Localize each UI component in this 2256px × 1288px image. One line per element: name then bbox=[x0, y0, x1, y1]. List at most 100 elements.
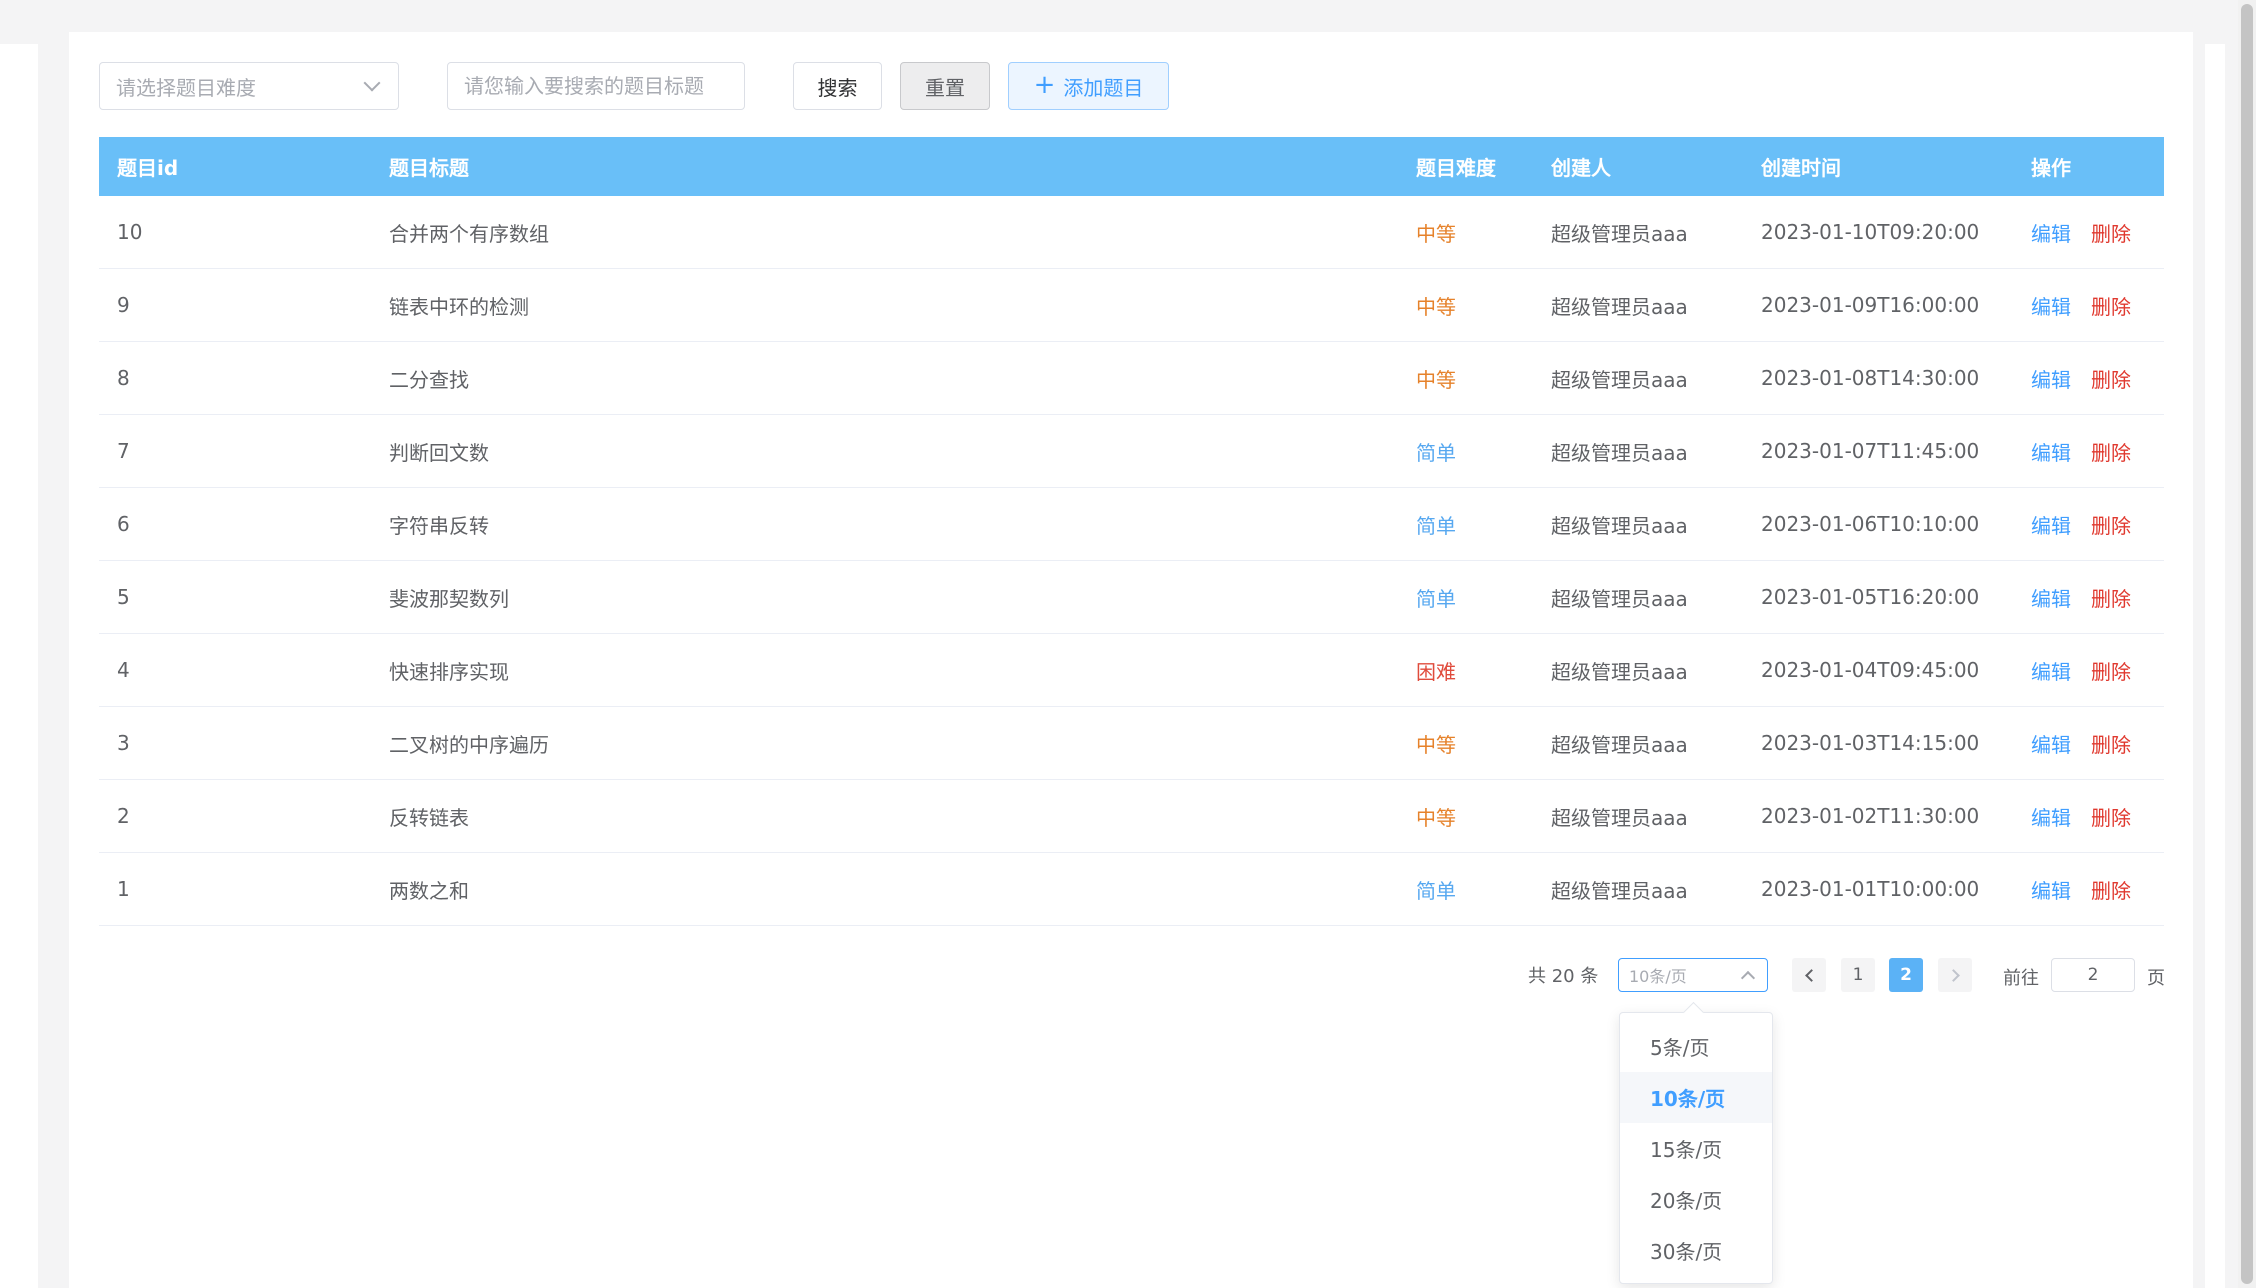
cell-created-time: 2023-01-04T09:45:00 bbox=[1761, 658, 1980, 682]
cell-creator: 超级管理员aaa bbox=[1551, 221, 1688, 246]
cell-title: 两数之和 bbox=[389, 878, 469, 903]
cell-actions: 编辑 删除 bbox=[2017, 218, 2164, 247]
cell-actions: 编辑 删除 bbox=[2017, 437, 2164, 466]
cell-id: 5 bbox=[117, 585, 130, 609]
cell-title: 反转链表 bbox=[389, 805, 469, 830]
edit-link[interactable]: 编辑 bbox=[2031, 364, 2071, 393]
table-row: 1 两数之和 简单 超级管理员aaa 2023-01-01T10:00:00 编辑 删除 bbox=[99, 853, 2164, 926]
right-panel-edge bbox=[2205, 44, 2225, 1288]
goto-label: 前往 bbox=[2003, 968, 2039, 989]
table-row: 9 链表中环的检测 中等 超级管理员aaa 2023-01-09T16:00:00 编辑删… bbox=[99, 269, 2164, 342]
page-size-option-20[interactable]: 20条/页 bbox=[1620, 1174, 1772, 1225]
add-problem-button[interactable]: + 添加题目 bbox=[1008, 62, 1169, 110]
table-row: 2 反转链表 中等 超级管理员aaa 2023-01-02T11:30:00 编辑 删除 bbox=[99, 780, 2164, 853]
page-size-dropdown: 5条/页 10条/页 15条/页 20条/页 30条/页 bbox=[1619, 1012, 1773, 1284]
header-created-time: 创建时间 bbox=[1761, 156, 1841, 180]
cell-title: 快速排序实现 bbox=[389, 659, 509, 684]
cell-id: 2 bbox=[117, 804, 130, 828]
cell-title: 字符串反转 bbox=[389, 513, 489, 538]
cell-difficulty: 中等 bbox=[1416, 294, 1456, 319]
chevron-right-icon bbox=[1946, 968, 1960, 982]
cell-difficulty: 简单 bbox=[1416, 586, 1456, 611]
page-button-2[interactable]: 2 bbox=[1889, 958, 1923, 992]
edit-link[interactable]: 编辑 bbox=[2031, 583, 2071, 612]
cell-id: 1 bbox=[117, 877, 130, 901]
delete-link[interactable]: 删除 bbox=[2091, 802, 2131, 831]
edit-link[interactable]: 编辑 bbox=[2031, 291, 2071, 320]
table-header: 题目id 题目标题 题目难度 创建人 创建时间 操作 bbox=[99, 137, 2164, 196]
cell-created-time: 2023-01-06T10:10:00 bbox=[1761, 512, 1980, 536]
delete-link[interactable]: 删除 bbox=[2091, 437, 2131, 466]
cell-difficulty: 简单 bbox=[1416, 440, 1456, 465]
header-difficulty: 题目难度 bbox=[1416, 156, 1496, 180]
cell-actions: 编辑 删除 bbox=[2017, 291, 2164, 320]
cell-id: 10 bbox=[117, 220, 143, 244]
page-size-option-30[interactable]: 30条/页 bbox=[1620, 1225, 1772, 1276]
table-row: 4 快速排序实现 困难 超级管理员aaa 2023-01-04T09:45:00 编辑 删除 bbox=[99, 634, 2164, 707]
cell-id: 4 bbox=[117, 658, 130, 682]
chevron-down-icon bbox=[363, 74, 381, 92]
next-page-button[interactable] bbox=[1938, 958, 1972, 992]
cell-actions: 编辑 删除 bbox=[2017, 875, 2164, 904]
cell-created-time: 2023-01-08T14:30:00 bbox=[1761, 366, 1980, 390]
cell-id: 3 bbox=[117, 731, 130, 755]
page-size-option-10[interactable]: 10条/页 bbox=[1620, 1072, 1772, 1123]
cell-created-time: 2023-01-09T16:00:00 bbox=[1761, 293, 1980, 317]
page-size-option-15[interactable]: 15条/页 bbox=[1620, 1123, 1772, 1174]
chevron-left-icon bbox=[1804, 968, 1818, 982]
reset-button[interactable]: 重置 bbox=[900, 62, 990, 110]
edit-link[interactable]: 编辑 bbox=[2031, 875, 2071, 904]
add-problem-label: 添加题目 bbox=[1063, 75, 1144, 100]
cell-created-time: 2023-01-10T09:20:00 bbox=[1761, 220, 1980, 244]
delete-link[interactable]: 删除 bbox=[2091, 218, 2131, 247]
delete-link[interactable]: 删除 bbox=[2091, 583, 2131, 612]
cell-id: 7 bbox=[117, 439, 130, 463]
delete-link[interactable]: 删除 bbox=[2091, 364, 2131, 393]
delete-link[interactable]: 删除 bbox=[2091, 729, 2131, 758]
difficulty-select[interactable]: 请选择题目难度 bbox=[99, 62, 399, 110]
edit-link[interactable]: 编辑 bbox=[2031, 218, 2071, 247]
page-button-1[interactable]: 1 bbox=[1841, 958, 1875, 992]
page-size-option-5[interactable]: 5条/页 bbox=[1620, 1021, 1772, 1072]
header-creator: 创建人 bbox=[1551, 156, 1611, 180]
plus-icon: + bbox=[1033, 70, 1056, 100]
cell-created-time: 2023-01-02T11:30:00 bbox=[1761, 804, 1980, 828]
cell-actions: 编辑 删除 bbox=[2017, 656, 2164, 685]
delete-link[interactable]: 删除 bbox=[2091, 656, 2131, 685]
header-actions: 操作 bbox=[2031, 156, 2071, 180]
cell-title: 二分查找 bbox=[389, 367, 469, 392]
delete-link[interactable]: 删除 bbox=[2091, 510, 2131, 539]
cell-creator: 超级管理员aaa bbox=[1551, 513, 1688, 538]
cell-created-time: 2023-01-01T10:00:00 bbox=[1761, 877, 1980, 901]
cell-difficulty: 简单 bbox=[1416, 513, 1456, 538]
table-row: 6 字符串反转 简单 超级管理员aaa 2023-01-06T10:10:00 编辑 删除 bbox=[99, 488, 2164, 561]
cell-difficulty: 中等 bbox=[1416, 805, 1456, 830]
page-size-value: 10条/页 bbox=[1629, 967, 1687, 986]
cell-difficulty: 困难 bbox=[1416, 659, 1456, 684]
edit-link[interactable]: 编辑 bbox=[2031, 437, 2071, 466]
cell-difficulty: 简单 bbox=[1416, 878, 1456, 903]
edit-link[interactable]: 编辑 bbox=[2031, 729, 2071, 758]
edit-link[interactable]: 编辑 bbox=[2031, 802, 2071, 831]
cell-title: 判断回文数 bbox=[389, 440, 489, 465]
cell-creator: 超级管理员aaa bbox=[1551, 805, 1688, 830]
cell-difficulty: 中等 bbox=[1416, 732, 1456, 757]
page-size-select[interactable]: 10条/页 bbox=[1618, 958, 1768, 992]
cell-actions: 编辑 删除 bbox=[2017, 364, 2164, 393]
header-id: 题目id bbox=[117, 156, 179, 180]
table-row: 5 斐波那契数列 简单 超级管理员aaa 2023-01-05T16:20:00 编辑 删除 bbox=[99, 561, 2164, 634]
page-scrollbar-thumb[interactable] bbox=[2241, 4, 2253, 1284]
title-search-input[interactable] bbox=[447, 62, 745, 110]
cell-creator: 超级管理员aaa bbox=[1551, 878, 1688, 903]
delete-link[interactable]: 删除 bbox=[2091, 875, 2131, 904]
prev-page-button[interactable] bbox=[1792, 958, 1826, 992]
cell-id: 6 bbox=[117, 512, 130, 536]
cell-difficulty: 中等 bbox=[1416, 221, 1456, 246]
cell-title: 合并两个有序数组 bbox=[389, 221, 549, 246]
goto-page-input[interactable] bbox=[2051, 958, 2135, 992]
edit-link[interactable]: 编辑 bbox=[2031, 656, 2071, 685]
search-button[interactable]: 搜索 bbox=[793, 62, 882, 110]
cell-actions: 编辑 删除 bbox=[2017, 802, 2164, 831]
delete-link[interactable]: 删除 bbox=[2091, 291, 2131, 320]
edit-link[interactable]: 编辑 bbox=[2031, 510, 2071, 539]
